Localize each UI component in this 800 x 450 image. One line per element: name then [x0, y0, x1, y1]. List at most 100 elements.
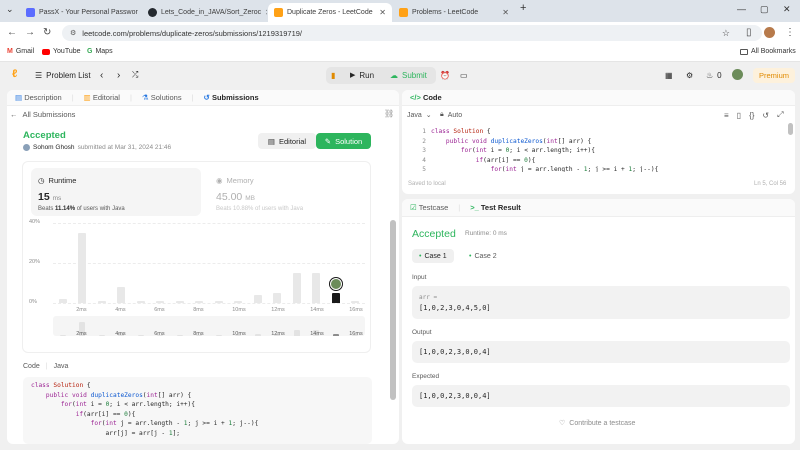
fullscreen-icon[interactable]: ⤢	[777, 110, 783, 120]
tab-testcase[interactable]: ☑ Testcase	[410, 203, 448, 212]
shuffle-icon[interactable]: ⤮	[132, 67, 138, 83]
auto-toggle[interactable]: 🔒︎ Auto	[440, 111, 462, 119]
clock-icon: ◷	[38, 176, 45, 185]
bookmark-youtube[interactable]: YouTube	[42, 48, 81, 55]
browser-tab-duplicate-zeros[interactable]: Duplicate Zeros - LeetCode ✕	[268, 3, 392, 22]
settings-gear-icon[interactable]: ⚙	[686, 67, 693, 83]
chart-bar[interactable]	[351, 301, 360, 303]
x-tick-label: 4ms	[115, 307, 126, 313]
chart-bar[interactable]	[234, 301, 243, 303]
streak-count: 0	[717, 70, 722, 80]
prev-problem-icon[interactable]: ‹	[100, 67, 103, 83]
runtime-unit: ms	[52, 195, 62, 202]
window-close-button[interactable]: ✕	[783, 4, 791, 15]
next-problem-icon[interactable]: ›	[117, 67, 120, 83]
x-tick-label: 10ms	[232, 307, 246, 313]
code-editor[interactable]: class Solution { public void duplicateZe…	[431, 127, 781, 172]
share-link-icon[interactable]: ⛓	[384, 109, 394, 118]
left-panel-scrollbar[interactable]	[390, 220, 396, 400]
tab-test-result[interactable]: >_ Test Result	[470, 203, 521, 212]
overview-tick-label: 16ms	[349, 331, 363, 337]
browser-tab-problems[interactable]: Problems - LeetCode ✕	[393, 3, 515, 22]
chart-bar[interactable]	[58, 299, 67, 303]
x-tick-label: 2ms	[76, 307, 87, 313]
close-tab-icon[interactable]: ✕	[265, 8, 267, 17]
runtime-value-row: 15 ms	[38, 191, 61, 203]
submit-button[interactable]: ☁ Submit	[390, 67, 427, 83]
run-button[interactable]: ▶ Run	[350, 67, 374, 83]
all-bookmarks-label: All Bookmarks	[751, 48, 796, 55]
browser-menu-icon[interactable]: ⋮	[785, 27, 795, 38]
site-info-icon[interactable]: ⚙	[70, 29, 76, 37]
chart-bar[interactable]	[273, 293, 282, 303]
chart-bar[interactable]	[292, 273, 301, 303]
back-arrow-icon[interactable]: ←	[7, 27, 17, 38]
author-name[interactable]: Sohom Ghosh	[33, 144, 75, 151]
braces-icon[interactable]: {}	[749, 111, 754, 120]
sidebar-icon[interactable]: ▯	[746, 27, 752, 38]
chart-bar[interactable]	[78, 233, 87, 303]
url-field[interactable]: ⚙ leetcode.com/problems/duplicate-zeros/…	[62, 25, 762, 41]
chart-bar[interactable]	[312, 273, 321, 303]
tab-submissions[interactable]: ↺ Submissions	[204, 93, 259, 102]
problem-list-button[interactable]: ☰ Problem List	[35, 67, 91, 83]
reset-icon[interactable]: ↺	[762, 111, 769, 120]
overview-bar	[98, 335, 105, 336]
editor-scrollbar[interactable]	[788, 123, 793, 135]
chart-bar[interactable]	[331, 293, 340, 303]
case-1-tab[interactable]: • Case 1	[412, 249, 454, 263]
timer-icon[interactable]: ⏰	[440, 67, 450, 83]
chart-bar[interactable]	[195, 301, 204, 303]
layout-icon[interactable]: ▦	[665, 67, 673, 83]
chart-bar[interactable]	[117, 287, 126, 303]
chart-bar[interactable]	[136, 301, 145, 303]
code-language: Java	[53, 363, 69, 370]
bookmark-maps[interactable]: G Maps	[87, 48, 113, 55]
editorial-button[interactable]: ▤ Editorial	[258, 133, 316, 149]
chart-bar[interactable]	[156, 301, 165, 303]
solution-button[interactable]: ✎ Solution	[316, 133, 371, 149]
minimize-button[interactable]: —	[737, 4, 746, 14]
tab-code[interactable]: </> Code	[410, 93, 442, 102]
input-var: arr =	[419, 293, 438, 301]
format-icon[interactable]: ≡	[724, 111, 729, 120]
new-tab-button[interactable]: +	[520, 2, 526, 14]
bookmark-star-icon[interactable]: ☆	[722, 28, 730, 39]
runtime-card[interactable]: ◷ Runtime 15 ms Beats 11.14% of users wi…	[31, 168, 201, 216]
browser-tab-github[interactable]: Lets_Code_in_JAVA/Sort_Zeroc ✕	[142, 3, 267, 22]
leetcode-logo-icon[interactable]: ℓ	[12, 68, 17, 80]
premium-button[interactable]: Premium	[753, 68, 795, 83]
bookmark-icon[interactable]: ▯	[737, 111, 741, 120]
all-bookmarks[interactable]: All Bookmarks	[740, 48, 796, 55]
case-2-tab[interactable]: • Case 2	[462, 249, 504, 263]
tab-editorial[interactable]: ▥ Editorial	[84, 93, 120, 102]
contribute-testcase-link[interactable]: ♡ Contribute a testcase	[559, 419, 635, 428]
all-submissions-link[interactable]: ← All Submissions	[10, 110, 75, 119]
chart-bar[interactable]	[253, 295, 262, 303]
user-avatar[interactable]	[732, 69, 743, 80]
chart-bar[interactable]	[214, 301, 223, 303]
reload-icon[interactable]: ↻	[43, 27, 51, 38]
browser-tab-passx[interactable]: PassX - Your Personal Passwor ✕	[20, 3, 140, 22]
line-number: 2	[422, 137, 426, 145]
notes-icon[interactable]: ▭	[460, 67, 468, 83]
memory-card[interactable]: ◉ Memory 45.00 MB Beats 10.88% of users …	[209, 168, 359, 216]
maximize-button[interactable]: ▢	[760, 4, 769, 15]
language-select[interactable]: Java ⌄	[407, 111, 432, 120]
bookmark-gmail[interactable]: M Gmail	[7, 48, 34, 55]
code-line: arr[j] = arr[j - 1];	[31, 429, 181, 437]
chart-bar[interactable]	[97, 301, 106, 303]
close-tab-icon[interactable]: ✕	[379, 8, 386, 17]
memory-label: Memory	[226, 176, 254, 185]
chart-bar[interactable]	[175, 301, 184, 303]
profile-avatar[interactable]	[764, 27, 775, 38]
tab-search-icon[interactable]: ⌄	[6, 4, 14, 15]
forward-arrow-icon[interactable]: →	[25, 27, 35, 38]
close-tab-icon[interactable]: ✕	[502, 8, 509, 17]
debug-icon[interactable]: ▮	[331, 67, 335, 83]
passx-favicon-icon	[26, 8, 35, 17]
tab-solutions[interactable]: ⚗ Solutions	[142, 93, 182, 102]
tab-description[interactable]: ▤ Description	[15, 93, 62, 102]
streak-counter[interactable]: ♨ 0	[706, 67, 722, 83]
cursor-position: Ln 5, Col 56	[754, 181, 787, 187]
